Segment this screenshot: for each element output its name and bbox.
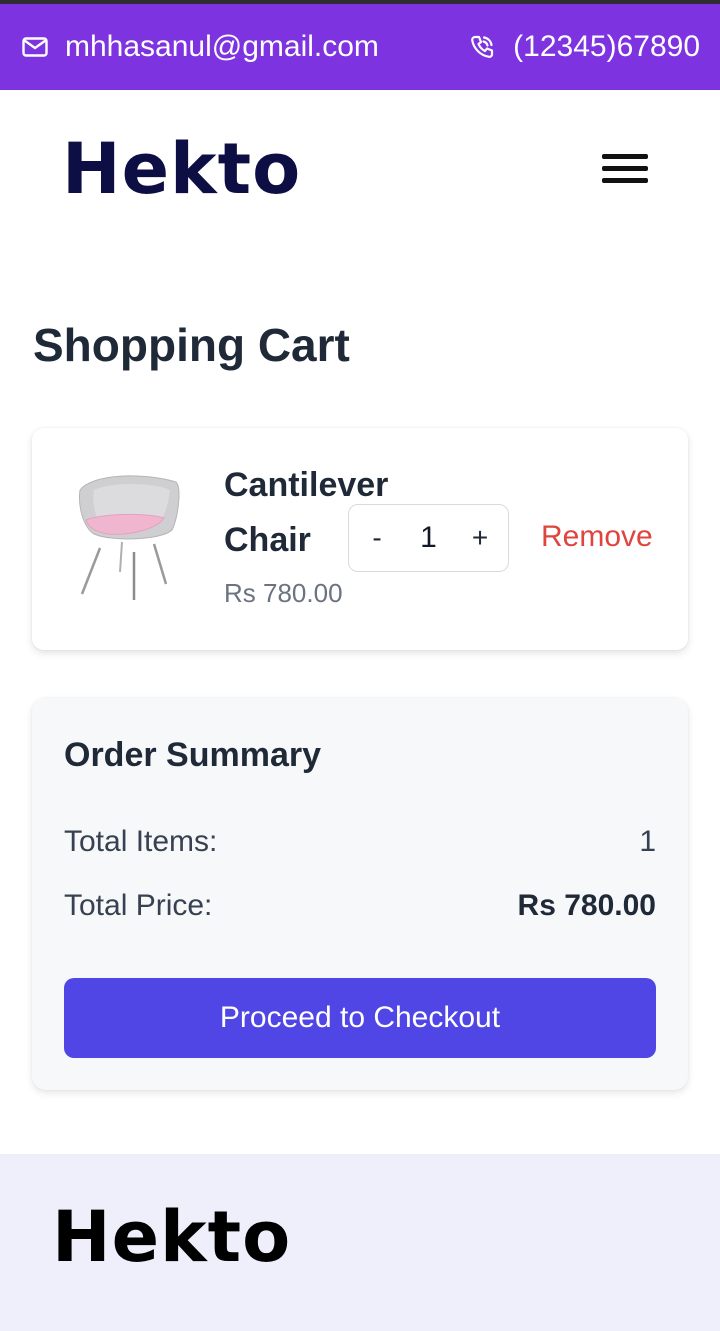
logo[interactable]: Hekto (62, 134, 301, 204)
quantity-value: 1 (420, 521, 437, 554)
chair-image (72, 468, 192, 608)
email-text: mhhasanul@gmail.com (65, 30, 379, 63)
footer-logo[interactable]: Hekto (52, 1202, 291, 1272)
increment-button[interactable]: + (468, 522, 492, 554)
total-price-label: Total Price: (64, 889, 213, 922)
decrement-button[interactable]: - (365, 522, 389, 554)
email-contact[interactable]: mhhasanul@gmail.com (22, 30, 379, 64)
total-price-value: Rs 780.00 (517, 889, 656, 922)
phone-contact[interactable]: (12345)67890 (468, 30, 700, 64)
mail-icon (22, 37, 48, 57)
top-contact-bar: mhhasanul@gmail.com (12345)67890 (0, 4, 720, 90)
remove-button[interactable]: Remove (541, 520, 653, 554)
phone-text: (12345)67890 (513, 30, 700, 63)
hamburger-icon[interactable] (602, 154, 650, 188)
site-footer: Hekto (0, 1154, 720, 1331)
checkout-button[interactable]: Proceed to Checkout (64, 978, 656, 1058)
total-items-label: Total Items: (64, 825, 218, 858)
total-items-row: Total Items: 1 (64, 825, 656, 859)
cart-item-card: Cantilever Chair Rs 780.00 - 1 + Remove (32, 428, 688, 650)
quantity-stepper: - 1 + (348, 504, 509, 572)
site-header: Hekto (0, 90, 720, 250)
total-items-value: 1 (639, 825, 656, 858)
phone-icon (468, 33, 496, 61)
total-price-row: Total Price: Rs 780.00 (64, 889, 656, 923)
page-title: Shopping Cart (33, 319, 350, 371)
summary-title: Order Summary (64, 736, 321, 774)
order-summary-card: Order Summary Total Items: 1 Total Price… (32, 698, 688, 1090)
product-price: Rs 780.00 (224, 578, 343, 608)
